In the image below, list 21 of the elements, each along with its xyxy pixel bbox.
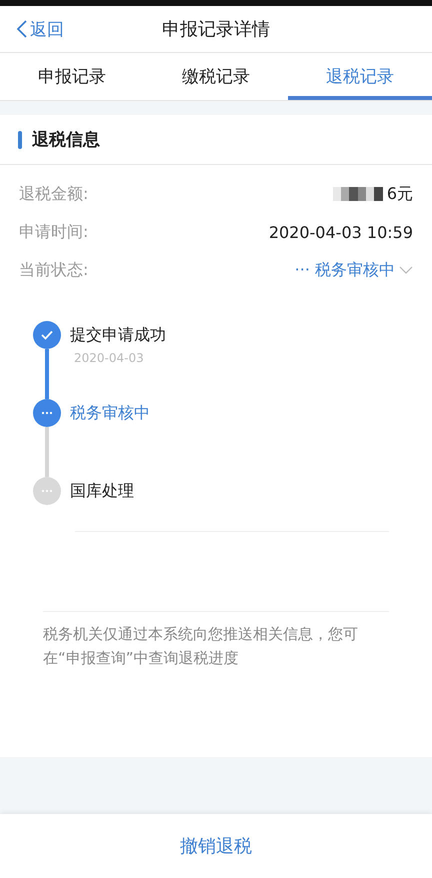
field-label: 当前状态: <box>19 260 88 280</box>
step-label: 提交申请成功 <box>70 324 166 346</box>
step-date: 2020-04-03 <box>73 351 145 365</box>
section-title: 退税信息 <box>32 129 100 151</box>
chevron-down-icon <box>399 266 413 274</box>
back-chevron-icon <box>17 20 27 38</box>
step-label: 国库处理 <box>70 480 134 502</box>
page-title: 申报记录详情 <box>161 18 271 41</box>
tab[interactable]: 退税记录 <box>288 53 432 100</box>
field-label: 退税金额: <box>19 184 88 204</box>
field-value: 2020-04-03 10:59 <box>268 222 413 242</box>
step-label: 税务审核中 <box>70 402 150 424</box>
accent-bar <box>18 130 22 148</box>
tab[interactable]: 申报记录 <box>0 53 144 100</box>
info-note: 税务机关仅通过本系统向您推送相关信息，您可在“申报查询”中查询退税进度 <box>43 624 359 669</box>
field-value: 6元 <box>386 184 413 204</box>
status-value: ··· 税务审核中 <box>294 260 395 280</box>
cancel-refund-button[interactable]: 撤销退税 <box>0 814 432 878</box>
field-label: 申请时间: <box>19 222 88 242</box>
tab[interactable]: 缴税记录 <box>144 53 288 100</box>
back-link[interactable]: 返回 <box>17 18 64 40</box>
